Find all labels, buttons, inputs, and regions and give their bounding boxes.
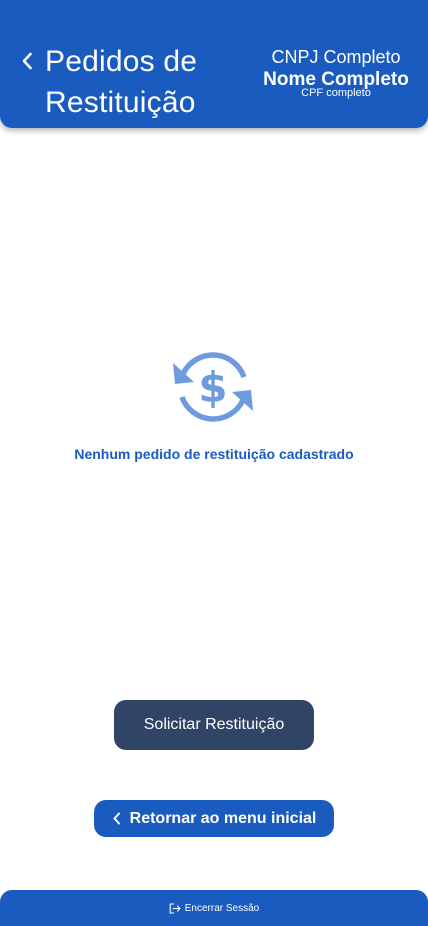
logout-label: Encerrar Sessão	[184, 902, 260, 914]
empty-state-message: Nenhum pedido de restituição cadastrado	[74, 446, 354, 462]
request-refund-button[interactable]: Solicitar Restituição	[114, 700, 314, 750]
refund-dollar-icon: $	[173, 352, 253, 422]
chevron-left-icon	[112, 812, 121, 825]
return-menu-button[interactable]: Retornar ao menu inicial	[94, 800, 334, 837]
request-refund-label: Solicitar Restituição	[143, 716, 285, 733]
return-menu-label: Retornar ao menu inicial	[129, 809, 317, 827]
logout-bar[interactable]: Encerrar Sessão	[0, 890, 428, 926]
logout-icon	[169, 902, 181, 914]
back-button[interactable]	[16, 48, 38, 74]
chevron-left-icon	[22, 52, 32, 70]
app-header: Pedidos de Restituição CNPJ Completo Nom…	[0, 0, 428, 128]
cnpj-text: CNPJ Completo	[271, 47, 401, 67]
svg-text:$: $	[198, 363, 227, 412]
user-info: CNPJ Completo Nome Completo CPF completo	[256, 46, 416, 99]
page-title: Pedidos de Restituição	[45, 45, 198, 119]
